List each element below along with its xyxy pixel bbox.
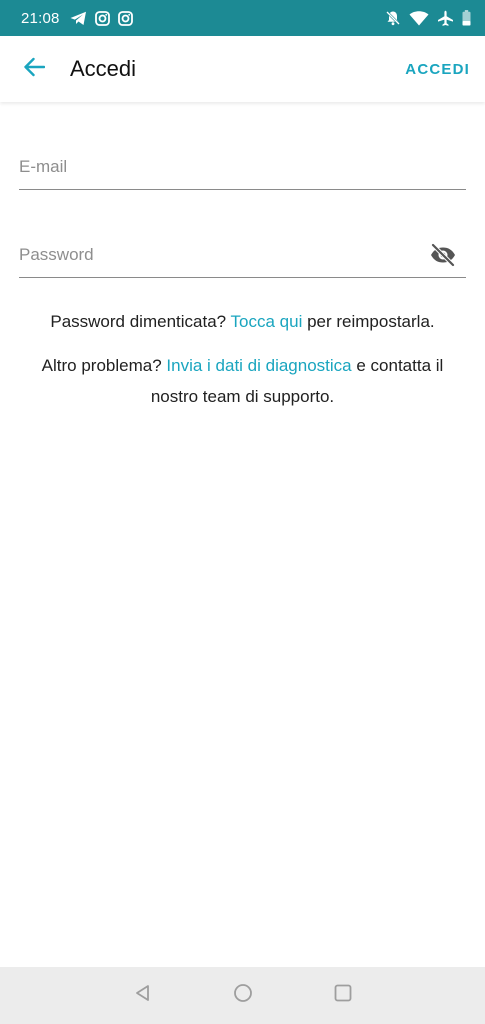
back-triangle-icon bbox=[133, 983, 153, 1008]
forgot-password-text: Password dimenticata? Tocca qui per reim… bbox=[0, 306, 485, 337]
other-prefix: Altro problema? bbox=[41, 356, 167, 375]
eye-off-icon[interactable] bbox=[429, 241, 457, 269]
home-circle-icon bbox=[233, 983, 253, 1008]
email-field[interactable] bbox=[19, 156, 466, 177]
password-field-container bbox=[19, 232, 466, 278]
wifi-icon bbox=[409, 10, 429, 26]
forgot-prefix: Password dimenticata? bbox=[50, 312, 231, 331]
password-field[interactable] bbox=[19, 244, 466, 265]
telegram-icon bbox=[70, 11, 87, 26]
email-field-container bbox=[19, 144, 466, 190]
instagram-icon bbox=[117, 10, 133, 26]
arrow-left-icon bbox=[23, 57, 46, 82]
instagram-icon bbox=[94, 10, 110, 26]
send-diagnostics-link[interactable]: Invia i dati di diagnostica bbox=[166, 356, 351, 375]
page-title: Accedi bbox=[70, 56, 137, 81]
recents-square-icon bbox=[333, 983, 353, 1008]
notifications-off-icon bbox=[385, 10, 401, 26]
forgot-suffix: per reimpostarla. bbox=[302, 312, 435, 331]
status-left-icons bbox=[70, 10, 133, 26]
reset-password-link[interactable]: Tocca qui bbox=[231, 312, 303, 331]
app-bar: Accedi ACCEDI bbox=[0, 36, 485, 102]
login-action-button[interactable]: ACCEDI bbox=[405, 61, 470, 78]
battery-icon bbox=[462, 10, 471, 26]
nav-recents-button[interactable] bbox=[328, 981, 358, 1011]
system-nav-bar bbox=[0, 967, 485, 1024]
status-bar: 21:08 bbox=[0, 0, 485, 36]
other-problem-text: Altro problema? Invia i dati di diagnost… bbox=[0, 350, 485, 412]
airplane-icon bbox=[437, 10, 454, 27]
status-right-icons bbox=[385, 10, 471, 27]
nav-back-button[interactable] bbox=[128, 981, 158, 1011]
back-button[interactable] bbox=[17, 52, 51, 86]
status-time: 21:08 bbox=[21, 9, 60, 27]
nav-home-button[interactable] bbox=[228, 981, 258, 1011]
